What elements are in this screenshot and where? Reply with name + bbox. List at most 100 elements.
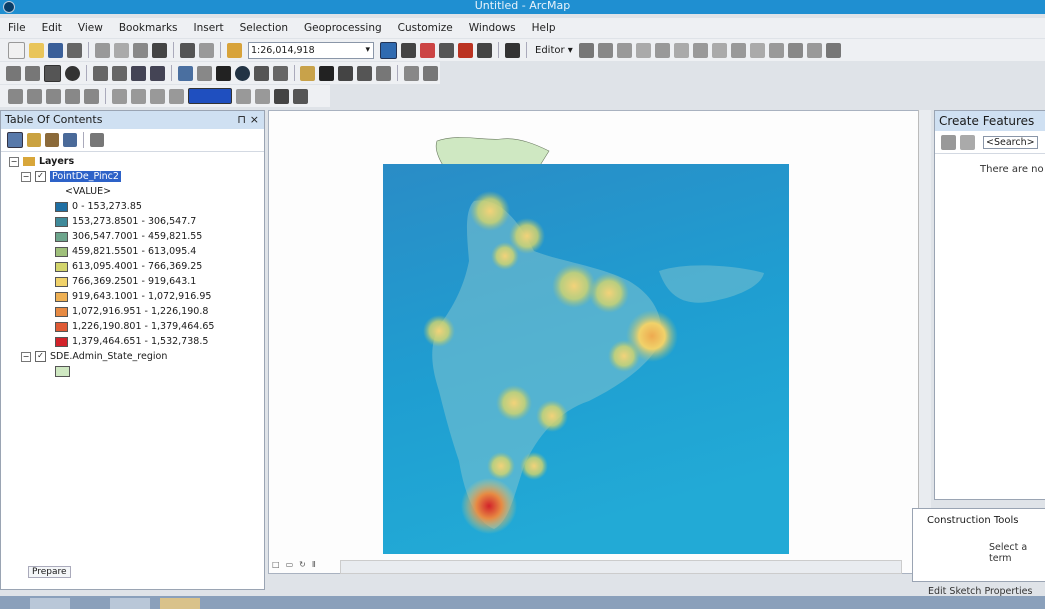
list-by-visibility-icon[interactable] xyxy=(45,133,59,147)
legend-class-row[interactable]: 613,095.4001 - 766,369.25 xyxy=(9,259,264,274)
menu-geoprocessing[interactable]: Geoprocessing xyxy=(296,18,390,38)
fixed-zoom-in-icon[interactable] xyxy=(92,65,108,81)
layout-zoom-percent-dropdown[interactable] xyxy=(188,88,232,104)
list-by-selection-icon[interactable] xyxy=(63,133,77,147)
point-icon[interactable] xyxy=(673,42,689,58)
layout-pan-icon[interactable] xyxy=(46,88,61,104)
layer-visibility-checkbox[interactable]: ✓ xyxy=(35,351,46,362)
find-route-icon[interactable] xyxy=(338,65,354,81)
edit-vertices-icon[interactable] xyxy=(692,42,708,58)
toc-options-icon[interactable] xyxy=(90,133,104,147)
create-viewer-window-icon[interactable] xyxy=(404,65,420,81)
legend-color-swatch[interactable] xyxy=(55,321,68,332)
menu-selection[interactable]: Selection xyxy=(232,18,296,38)
legend-class-row[interactable]: 306,547.7001 - 459,821.55 xyxy=(9,229,264,244)
filter-templates-icon[interactable] xyxy=(960,134,975,150)
time-slider-icon[interactable] xyxy=(376,65,392,81)
legend-class-row[interactable]: 1,072,916.951 - 1,226,190.8 xyxy=(9,304,264,319)
reshape-icon[interactable] xyxy=(711,42,727,58)
menu-insert[interactable]: Insert xyxy=(186,18,232,38)
back-extent-icon[interactable] xyxy=(130,65,146,81)
straight-segment-icon[interactable] xyxy=(616,42,632,58)
collapse-icon[interactable]: − xyxy=(21,171,31,182)
legend-color-swatch[interactable] xyxy=(55,246,68,257)
menu-bookmarks[interactable]: Bookmarks xyxy=(111,18,186,38)
map-scale-dropdown[interactable]: 1:26,014,918 xyxy=(248,41,374,59)
save-icon[interactable] xyxy=(48,42,63,58)
add-data-icon[interactable] xyxy=(227,42,242,58)
open-folder-icon[interactable] xyxy=(29,42,44,58)
paste-icon[interactable] xyxy=(133,42,148,58)
copy-icon[interactable] xyxy=(114,42,129,58)
table-icon[interactable] xyxy=(401,42,416,58)
data-driven-pages-icon[interactable] xyxy=(293,88,308,104)
zoom-in-icon[interactable] xyxy=(6,65,22,81)
layers-group-row[interactable]: − Layers xyxy=(9,154,264,169)
catalog-icon[interactable] xyxy=(420,42,435,58)
layout-view-icon[interactable] xyxy=(423,65,439,81)
legend-class-row[interactable]: 459,821.5501 - 613,095.4 xyxy=(9,244,264,259)
list-by-source-icon[interactable] xyxy=(27,133,41,147)
split-icon[interactable] xyxy=(749,42,765,58)
go-to-xy-icon[interactable] xyxy=(357,65,373,81)
fixed-zoom-out-icon[interactable] xyxy=(111,65,127,81)
legend-class-row[interactable]: 919,643.1001 - 1,072,916.95 xyxy=(9,289,264,304)
legend-class-row[interactable]: 1,379,464.651 - 1,532,738.5 xyxy=(9,334,264,349)
zoom-100-icon[interactable] xyxy=(84,88,99,104)
pan-icon[interactable] xyxy=(44,64,62,82)
undo-icon[interactable] xyxy=(180,42,195,58)
menu-help[interactable]: Help xyxy=(524,18,564,38)
toggle-draft-mode-icon[interactable] xyxy=(236,88,251,104)
forward-extent-icon[interactable] xyxy=(149,65,165,81)
editor-menu-button[interactable]: Editor ▾ xyxy=(535,45,573,56)
taskbar-app[interactable] xyxy=(160,598,200,609)
layer-name-admin-state[interactable]: SDE.Admin_State_region xyxy=(50,351,167,362)
layer-visibility-checkbox[interactable]: ✓ xyxy=(35,171,46,182)
html-popup-icon[interactable] xyxy=(272,65,288,81)
arctoolbox-icon[interactable] xyxy=(458,42,473,58)
menu-edit[interactable]: Edit xyxy=(34,18,70,38)
menu-customize[interactable]: Customize xyxy=(390,18,461,38)
python-window-icon[interactable] xyxy=(477,42,492,58)
editor-toolbar-icon[interactable] xyxy=(380,41,397,59)
layer-name-pointde[interactable]: PointDe_Pinc2 xyxy=(50,171,121,182)
polygon-symbol-swatch[interactable] xyxy=(55,366,70,377)
collapse-icon[interactable]: − xyxy=(21,351,31,362)
legend-class-row[interactable]: 1,226,190.801 - 1,379,464.65 xyxy=(9,319,264,334)
clear-selection-icon[interactable] xyxy=(196,65,212,81)
delete-icon[interactable] xyxy=(152,42,167,58)
layer-row-pointde[interactable]: − ✓ PointDe_Pinc2 xyxy=(9,169,264,184)
legend-color-swatch[interactable] xyxy=(55,336,68,347)
close-icon[interactable]: × xyxy=(250,111,259,129)
print-icon[interactable] xyxy=(67,42,82,58)
model-builder-icon[interactable] xyxy=(505,42,520,58)
legend-color-swatch[interactable] xyxy=(55,306,68,317)
legend-color-swatch[interactable] xyxy=(55,201,68,212)
taskbar-app[interactable] xyxy=(30,598,70,609)
menu-view[interactable]: View xyxy=(70,18,111,38)
select-features-icon[interactable] xyxy=(177,65,193,81)
cut-icon[interactable] xyxy=(95,42,110,58)
legend-class-row[interactable]: 766,369.2501 - 919,643.1 xyxy=(9,274,264,289)
legend-class-row[interactable]: 0 - 153,273.85 xyxy=(9,199,264,214)
map-canvas[interactable] xyxy=(269,111,919,573)
menu-file[interactable]: File xyxy=(0,18,34,38)
focus-data-frame-icon[interactable] xyxy=(255,88,270,104)
select-elements-icon[interactable] xyxy=(215,65,231,81)
full-extent-icon[interactable] xyxy=(65,65,81,81)
template-search-field[interactable]: <Search> xyxy=(983,135,1038,149)
map-horizontal-scrollbar[interactable] xyxy=(340,560,902,574)
legend-color-swatch[interactable] xyxy=(55,216,68,227)
layout-back-icon[interactable] xyxy=(150,88,165,104)
taskbar-app[interactable] xyxy=(110,598,150,609)
measure-icon[interactable] xyxy=(300,65,316,81)
find-icon[interactable] xyxy=(319,65,335,81)
legend-color-swatch[interactable] xyxy=(55,231,68,242)
layout-fixed-zoom-in-icon[interactable] xyxy=(112,88,127,104)
map-display[interactable] xyxy=(268,110,920,574)
edit-tool-icon[interactable] xyxy=(578,42,594,58)
create-features-icon[interactable] xyxy=(825,42,841,58)
legend-color-swatch[interactable] xyxy=(55,291,68,302)
layout-fixed-zoom-out-icon[interactable] xyxy=(131,88,146,104)
change-layout-icon[interactable] xyxy=(274,88,289,104)
